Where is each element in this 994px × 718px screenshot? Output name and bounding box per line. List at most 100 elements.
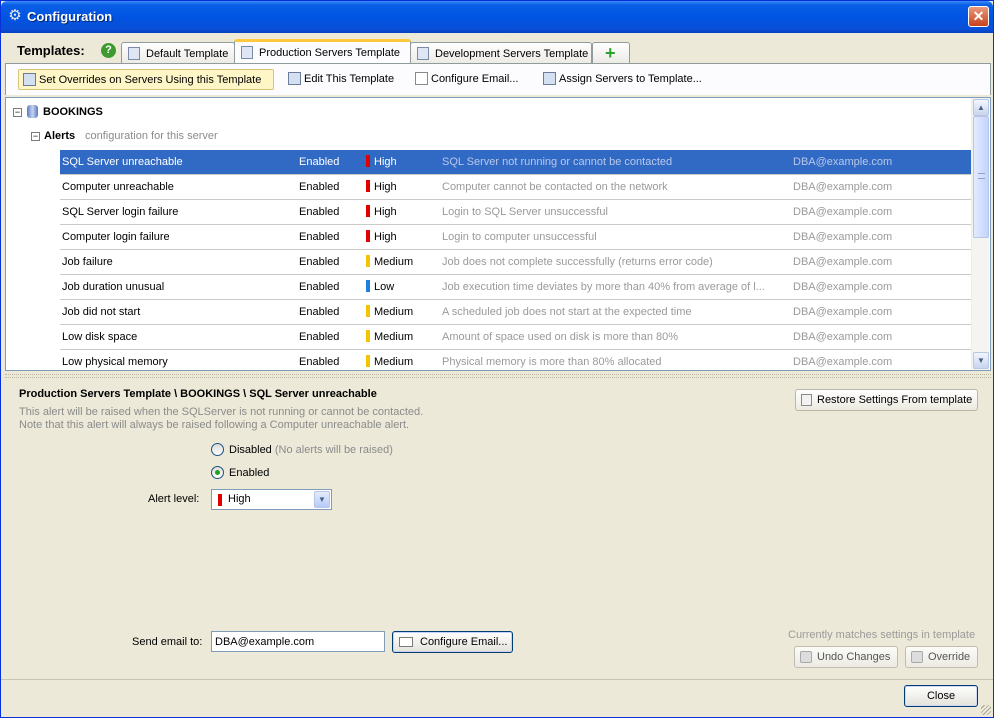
- alert-row[interactable]: SQL Server login failure Enabled High Lo…: [60, 200, 971, 225]
- send-email-label: Send email to:: [132, 636, 203, 648]
- alert-level: Low: [374, 281, 395, 293]
- vertical-scrollbar[interactable]: ▲ ▼: [971, 98, 989, 370]
- alert-name: Job failure: [62, 256, 113, 268]
- alert-row[interactable]: Job duration unusual Enabled Low Job exe…: [60, 275, 971, 300]
- detail-description: This alert will be raised when the SQLSe…: [19, 406, 519, 432]
- alerts-tree: − BOOKINGS − Alerts configuration for th…: [5, 97, 991, 371]
- help-icon[interactable]: ?: [101, 43, 116, 58]
- undo-icon: [800, 651, 812, 663]
- scroll-down-button[interactable]: ▼: [973, 352, 989, 369]
- alert-description: Job execution time deviates by more than…: [442, 281, 765, 293]
- add-template-tab[interactable]: +: [592, 42, 630, 63]
- set-overrides-label: Set Overrides on Servers Using this Temp…: [39, 74, 262, 86]
- alert-row[interactable]: Job did not start Enabled Medium A sched…: [60, 300, 971, 325]
- alert-row[interactable]: Low disk space Enabled Medium Amount of …: [60, 325, 971, 350]
- override-icon: [911, 651, 923, 663]
- disabled-label: Disabled: [229, 444, 272, 456]
- edit-template-button[interactable]: Edit This Template: [284, 69, 399, 90]
- tab-development-servers-template[interactable]: Development Servers Template: [410, 42, 592, 63]
- window-close-button[interactable]: ✕: [968, 6, 989, 27]
- enabled-radio[interactable]: [211, 466, 224, 479]
- alert-level: Medium: [374, 331, 414, 343]
- tab-default-template[interactable]: Default Template: [121, 42, 235, 63]
- alert-level: High: [374, 231, 397, 243]
- tab-label: Development Servers Template: [435, 48, 589, 60]
- undo-changes-button[interactable]: Undo Changes: [794, 646, 898, 668]
- template-icon: [128, 47, 140, 60]
- alert-status: Enabled: [299, 181, 340, 193]
- alerts-subtitle: configuration for this server: [85, 130, 218, 142]
- alert-status: Enabled: [299, 256, 340, 268]
- override-label: Override: [928, 651, 971, 663]
- edit-template-label: Edit This Template: [304, 73, 395, 85]
- restore-settings-button[interactable]: Restore Settings From template: [795, 389, 978, 411]
- dialog-footer: Close: [1, 679, 993, 717]
- alert-email: DBA@example.com: [793, 331, 893, 343]
- resize-grip-icon[interactable]: [981, 705, 991, 715]
- templates-label: Templates:: [17, 43, 85, 58]
- alert-email: DBA@example.com: [793, 306, 893, 318]
- matches-template-text: Currently matches settings in template: [788, 629, 976, 641]
- alert-row[interactable]: Computer login failure Enabled High Logi…: [60, 225, 971, 250]
- alert-status: Enabled: [299, 281, 340, 293]
- template-icon: [417, 47, 429, 60]
- tab-production-servers-template[interactable]: Production Servers Template: [234, 39, 411, 63]
- chevron-down-icon[interactable]: ▼: [314, 491, 330, 508]
- collapse-server-icon[interactable]: −: [13, 108, 22, 117]
- alert-description: Job does not complete successfully (retu…: [442, 256, 713, 268]
- level-color-bar: [366, 230, 370, 242]
- alert-row[interactable]: Low physical memory Enabled Medium Physi…: [60, 350, 971, 370]
- tab-label: Default Template: [146, 48, 229, 60]
- template-toolbar: Set Overrides on Servers Using this Temp…: [5, 63, 991, 95]
- configure-email-toolbar-button[interactable]: Configure Email...: [411, 69, 523, 90]
- level-color-bar: [366, 330, 370, 342]
- scroll-up-button[interactable]: ▲: [973, 99, 989, 116]
- description-line: Note that this alert will always be rais…: [19, 419, 410, 431]
- configuration-window: ⚙ Configuration ✕ Templates: ? Default T…: [0, 0, 994, 718]
- disabled-option[interactable]: Disabled (No alerts will be raised): [229, 444, 393, 456]
- level-color-bar: [366, 155, 370, 167]
- alert-row[interactable]: SQL Server unreachable Enabled High SQL …: [60, 150, 971, 175]
- level-color-bar: [218, 494, 222, 506]
- override-button[interactable]: Override: [905, 646, 978, 668]
- alert-row[interactable]: Computer unreachable Enabled High Comput…: [60, 175, 971, 200]
- alert-email: DBA@example.com: [793, 206, 893, 218]
- tab-label: Production Servers Template: [259, 47, 401, 59]
- set-overrides-button[interactable]: Set Overrides on Servers Using this Temp…: [18, 69, 274, 90]
- detail-breadcrumb: Production Servers Template \ BOOKINGS \…: [19, 388, 377, 400]
- alert-row[interactable]: Job failure Enabled Medium Job does not …: [60, 250, 971, 275]
- level-color-bar: [366, 305, 370, 317]
- alert-name: SQL Server login failure: [62, 206, 179, 218]
- grip-icon: [978, 173, 985, 179]
- alert-level: Medium: [374, 356, 414, 368]
- disabled-radio[interactable]: [211, 443, 224, 456]
- alert-email: DBA@example.com: [793, 181, 893, 193]
- alert-level: High: [374, 156, 397, 168]
- alert-status: Enabled: [299, 306, 340, 318]
- alert-description: Physical memory is more than 80% allocat…: [442, 356, 662, 368]
- alert-status: Enabled: [299, 156, 340, 168]
- send-email-input[interactable]: [211, 631, 385, 652]
- alert-name: Job duration unusual: [62, 281, 165, 293]
- scroll-thumb[interactable]: [973, 116, 989, 238]
- alerts-list: SQL Server unreachable Enabled High SQL …: [60, 150, 971, 370]
- pane-splitter[interactable]: [5, 374, 991, 378]
- title-bar[interactable]: ⚙ Configuration ✕: [1, 1, 993, 33]
- assign-servers-button[interactable]: Assign Servers to Template...: [539, 69, 707, 90]
- alert-level-value: High: [228, 493, 251, 505]
- alert-name: Computer unreachable: [62, 181, 174, 193]
- template-icon: [241, 46, 253, 59]
- undo-label: Undo Changes: [817, 651, 891, 663]
- alert-detail-panel: Production Servers Template \ BOOKINGS \…: [5, 381, 991, 677]
- plus-icon: +: [605, 43, 616, 63]
- collapse-alerts-icon[interactable]: −: [31, 132, 40, 141]
- database-icon: [27, 105, 38, 118]
- enabled-label[interactable]: Enabled: [229, 467, 269, 479]
- close-button[interactable]: Close: [904, 685, 978, 707]
- level-color-bar: [366, 180, 370, 192]
- configure-email-button[interactable]: Configure Email...: [392, 631, 513, 653]
- alert-level-select[interactable]: High ▼: [211, 489, 332, 510]
- alert-description: Login to computer unsuccessful: [442, 231, 597, 243]
- alert-level: High: [374, 206, 397, 218]
- alert-email: DBA@example.com: [793, 356, 893, 368]
